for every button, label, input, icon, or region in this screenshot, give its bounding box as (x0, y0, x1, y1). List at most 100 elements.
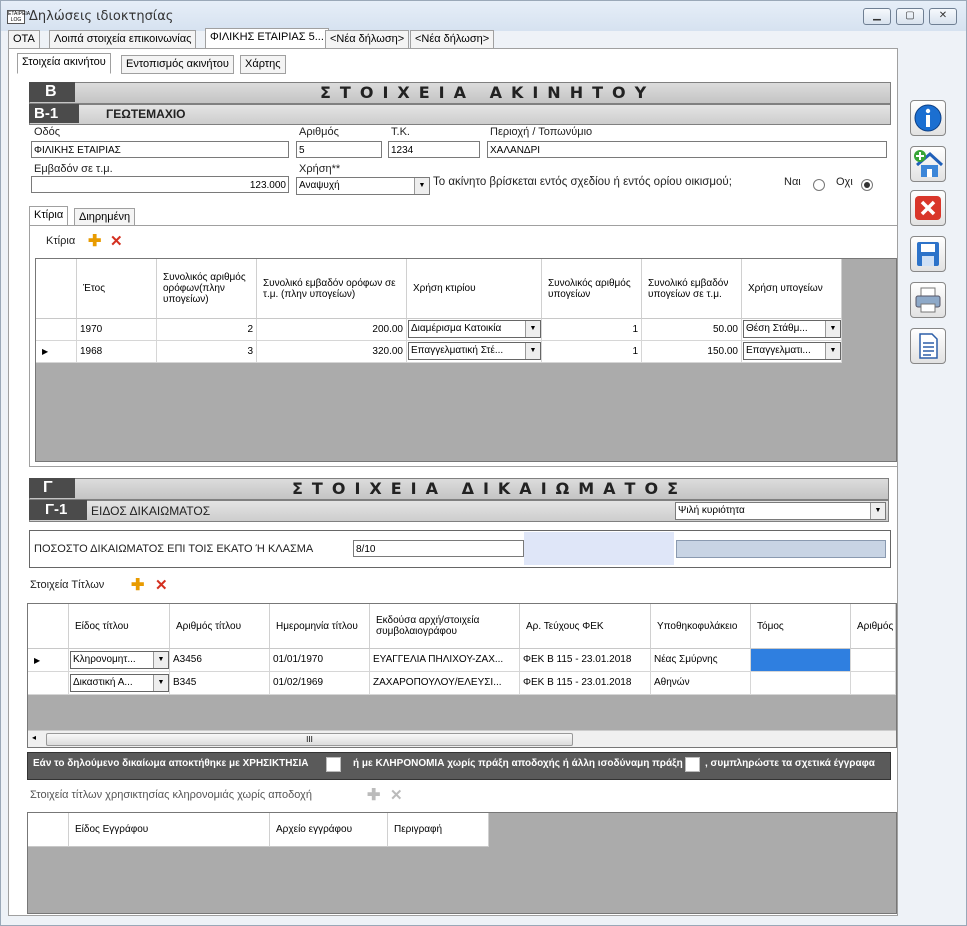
table-cell[interactable] (851, 672, 896, 695)
right-type-select[interactable]: Ψιλή κυριότητα ▼ (675, 502, 886, 520)
tab-filikis-etairias[interactable]: ΦΙΛΙΚΗΣ ΕΤΑΙΡΙΑΣ 5... (205, 28, 329, 49)
building-use-select[interactable]: Διαμέρισμα Κατοικία ▼ (408, 320, 541, 338)
col-header-title-date[interactable]: Ημερομηνία τίτλου (270, 604, 370, 649)
section-b-letter: Β (29, 82, 75, 102)
notice-text-1: Εάν το δηλούμενο δικαίωμα αποκτήθηκε με … (33, 758, 309, 769)
document-button[interactable] (910, 328, 946, 364)
sqm-input[interactable]: 123.000 (31, 176, 289, 193)
col-header-title-type[interactable]: Είδος τίτλου (69, 604, 170, 649)
col-header-document-file[interactable]: Αρχείο εγγράφου (270, 813, 388, 847)
percent-highlight (524, 532, 674, 565)
titles-h-scrollbar[interactable]: ◂ III (28, 730, 896, 747)
basement-use-select[interactable]: Θέση Στάθμ... ▼ (743, 320, 841, 338)
add-document-icon[interactable]: ✚ (367, 785, 380, 805)
notice-text-3: , συμπληρώστε τα σχετικά έγγραφα (705, 758, 875, 769)
zip-label: Τ.Κ. (391, 126, 410, 138)
scroll-thumb[interactable]: III (46, 733, 573, 746)
add-building-icon[interactable]: ✚ (88, 231, 101, 251)
table-cell[interactable]: 320.00 (257, 341, 407, 363)
buildings-toolbar-label: Κτίρια (46, 235, 76, 247)
col-header-basements[interactable]: Συνολικός αριθμός υπογείων (542, 259, 642, 319)
table-cell[interactable]: 2 (157, 319, 257, 341)
maximize-button[interactable]: ▢ (896, 8, 924, 25)
table-cell[interactable] (751, 672, 851, 695)
close-window-button[interactable]: ✕ (929, 8, 957, 25)
table-cell[interactable]: 1970 (77, 319, 157, 341)
table-cell[interactable]: 150.00 (642, 341, 742, 363)
table-cell[interactable]: ΦΕΚ Β 115 - 23.01.2018 (520, 649, 651, 672)
tab-ota[interactable]: ΟΤΑ (8, 30, 40, 49)
basement-use-select[interactable]: Επαγγελματι... ▼ (743, 342, 841, 360)
col-header-basement-use[interactable]: Χρήση υπογείων (742, 259, 842, 319)
col-header-basement-area[interactable]: Συνολικό εμβαδόν υπογείων σε τ.μ. (642, 259, 742, 319)
add-property-button[interactable] (910, 146, 946, 182)
yes-radio[interactable] (813, 179, 825, 191)
col-header-volume[interactable]: Τόμος (751, 604, 851, 649)
table-cell[interactable]: Νέας Σμύρνης (651, 649, 751, 672)
table-cell[interactable]: 01/02/1969 (270, 672, 370, 695)
table-cell[interactable] (851, 649, 896, 672)
building-use-select[interactable]: Επαγγελματική Στέ... ▼ (408, 342, 541, 360)
col-header-document-type[interactable]: Είδος Εγγράφου (69, 813, 270, 847)
delete-button[interactable] (910, 190, 946, 226)
table-cell[interactable]: 1 (542, 341, 642, 363)
table-cell[interactable]: 1968 (77, 341, 157, 363)
table-cell-selected[interactable] (751, 649, 851, 672)
table-cell[interactable]: 01/01/1970 (270, 649, 370, 672)
add-title-icon[interactable]: ✚ (131, 575, 144, 595)
table-cell[interactable]: ΦΕΚ Β 115 - 23.01.2018 (520, 672, 651, 695)
title-type-select[interactable]: Δικαστική Α... ▼ (70, 674, 169, 692)
delete-title-icon[interactable]: ✕ (155, 576, 168, 594)
table-cell[interactable]: 1 (542, 319, 642, 341)
col-header-description[interactable]: Περιγραφή (388, 813, 489, 847)
row-selector[interactable] (36, 319, 77, 341)
print-button[interactable] (910, 282, 946, 318)
col-header-floors[interactable]: Συνολικός αριθμός ορόφων(πλην υπογείων) (157, 259, 257, 319)
tab-map[interactable]: Χάρτης (240, 55, 286, 74)
table-cell[interactable]: Β345 (170, 672, 270, 695)
table-cell[interactable]: 50.00 (642, 319, 742, 341)
col-header-issuing-authority[interactable]: Εκδούσα αρχή/στοιχεία συμβολαιογράφου (370, 604, 520, 649)
scroll-left-icon[interactable]: ◂ (32, 733, 36, 742)
delete-building-icon[interactable]: ✕ (110, 232, 123, 250)
tab-property-details[interactable]: Στοιχεία ακινήτου (17, 53, 111, 74)
col-header-land-registry[interactable]: Υποθηκοφυλάκειο (651, 604, 751, 649)
tab-property-location[interactable]: Εντοπισμός ακινήτου (121, 55, 234, 74)
table-cell[interactable]: Αθηνών (651, 672, 751, 695)
inheritance-checkbox[interactable] (685, 757, 700, 772)
minimize-button[interactable]: ▁ (863, 8, 891, 25)
col-header-number[interactable]: Αριθμός (851, 604, 896, 649)
col-header-year[interactable]: Έτος (77, 259, 157, 319)
number-input[interactable]: 5 (296, 141, 382, 158)
percent-input[interactable]: 8/10 (353, 540, 524, 557)
row-selector[interactable] (28, 672, 69, 695)
table-cell[interactable]: ΖΑΧΑΡΟΠΟΥΛΟΥ/ΕΛΕΥΣΙ... (370, 672, 520, 695)
col-header-gazette[interactable]: Αρ. Τεύχους ΦΕΚ (520, 604, 651, 649)
usucaption-checkbox[interactable] (326, 757, 341, 772)
col-header-building-use[interactable]: Χρήση κτιρίου (407, 259, 542, 319)
percent-secondary-field[interactable] (676, 540, 886, 558)
section-b1-title: ΓΕΩΤΕΜΑΧΙΟ (106, 107, 186, 121)
tab-new-declaration-2[interactable]: <Νέα δήλωση> (410, 30, 495, 49)
table-cell[interactable]: 3 (157, 341, 257, 363)
save-button[interactable] (910, 236, 946, 272)
delete-document-icon[interactable]: ✕ (390, 786, 403, 804)
col-header-floor-area[interactable]: Συνολικό εμβαδόν ορόφων σε τ.μ. (πλην υπ… (257, 259, 407, 319)
col-header-title-number[interactable]: Αριθμός τίτλου (170, 604, 270, 649)
tab-contact-details[interactable]: Λοιπά στοιχεία επικοινωνίας (49, 30, 197, 49)
no-radio[interactable] (861, 179, 873, 191)
row-selector[interactable]: ▶ (28, 649, 69, 672)
row-selector[interactable]: ▶ (36, 341, 77, 363)
title-type-select[interactable]: Κληρονομητ... ▼ (70, 651, 169, 669)
tab-new-declaration-1[interactable]: <Νέα δήλωση> (325, 30, 410, 49)
notice-text-2: ή με ΚΛΗΡΟΝΟΜΙΑ χωρίς πράξη αποδοχής ή ά… (353, 758, 683, 769)
table-cell[interactable]: Α3456 (170, 649, 270, 672)
use-select[interactable]: Αναψυχή ▼ (296, 177, 430, 195)
table-cell[interactable]: 200.00 (257, 319, 407, 341)
area-input[interactable]: ΧΑΛΑΝΔΡΙ (487, 141, 887, 158)
zip-input[interactable]: 1234 (388, 141, 480, 158)
street-input[interactable]: ΦΙΛΙΚΗΣ ΕΤΑΙΡΙΑΣ (31, 141, 289, 158)
info-button[interactable] (910, 100, 946, 136)
tab-buildings[interactable]: Κτίρια (29, 206, 69, 227)
table-cell[interactable]: ΕΥΑΓΓΕΛΙΑ ΠΗΛΙΧΟΥ-ΖΑΧ... (370, 649, 520, 672)
